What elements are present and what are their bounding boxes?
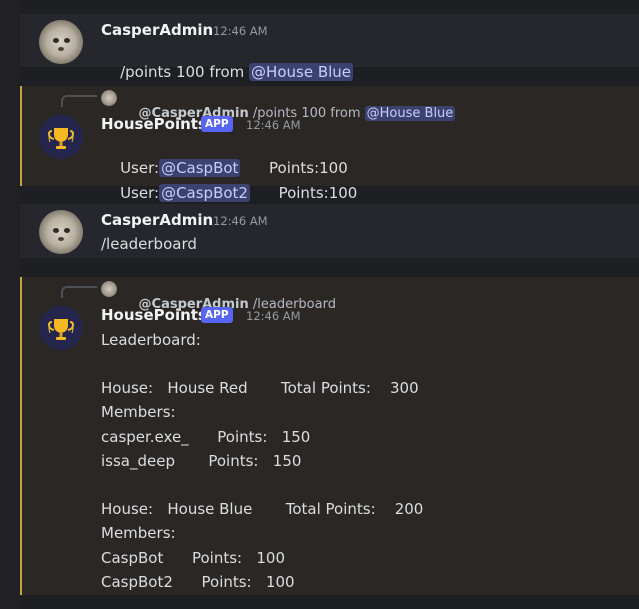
member-row: casper.exe_ Points: 150 xyxy=(101,428,311,446)
reply-avatar-icon xyxy=(101,281,117,297)
member-row: CaspBot2 Points: 100 xyxy=(101,573,295,591)
username[interactable]: CasperAdmin xyxy=(101,20,213,40)
user-avatar[interactable] xyxy=(39,210,83,254)
message-content: /leaderboard xyxy=(101,235,197,253)
reply-mention[interactable]: @House Blue xyxy=(364,106,456,121)
reply-connector xyxy=(61,95,97,107)
member-row: issa_deep Points: 150 xyxy=(101,452,302,470)
members-label: Members: xyxy=(101,524,176,542)
bot-avatar[interactable] xyxy=(39,115,83,159)
trophy-icon xyxy=(47,319,75,340)
username[interactable]: CasperAdmin xyxy=(101,210,213,230)
message-housepoints-points[interactable]: @CasperAdmin /points 100 from @House Blu… xyxy=(20,86,639,202)
app-badge: APP xyxy=(201,307,233,323)
reply-connector xyxy=(61,286,97,298)
message-casperadmin-leaderboard[interactable]: CasperAdmin 12:46 AM /leaderboard xyxy=(20,204,639,258)
bot-username[interactable]: HousePoints xyxy=(101,305,207,325)
user-avatar[interactable] xyxy=(39,20,83,64)
timestamp: 12:46 AM xyxy=(246,118,301,132)
message-casperadmin-points[interactable]: CasperAdmin 12:46 AM /points 100 from @H… xyxy=(20,14,639,81)
timestamp: 12:46 AM xyxy=(246,309,301,323)
member-row: CaspBot Points: 100 xyxy=(101,549,286,567)
timestamp: 12:46 AM xyxy=(213,214,268,228)
role-mention[interactable]: @House Blue xyxy=(249,63,354,81)
leaderboard-heading: Leaderboard: xyxy=(101,331,201,349)
user-mention[interactable]: @CaspBot2 xyxy=(159,184,250,202)
timestamp: 12:46 AM xyxy=(213,24,268,38)
reply-avatar-icon xyxy=(101,90,117,106)
app-badge: APP xyxy=(201,116,233,132)
left-edge xyxy=(0,0,20,609)
message-housepoints-leaderboard[interactable]: @CasperAdmin /leaderboard HousePoints AP… xyxy=(20,277,639,595)
trophy-icon xyxy=(47,128,75,149)
bot-avatar[interactable] xyxy=(39,306,83,350)
house-blue-line: House: House Blue Total Points: 200 xyxy=(101,500,424,518)
house-red-line: House: House Red Total Points: 300 xyxy=(101,379,419,397)
bot-username[interactable]: HousePoints xyxy=(101,114,207,134)
members-label: Members: xyxy=(101,403,176,421)
command-text: /points 100 from xyxy=(120,63,250,81)
